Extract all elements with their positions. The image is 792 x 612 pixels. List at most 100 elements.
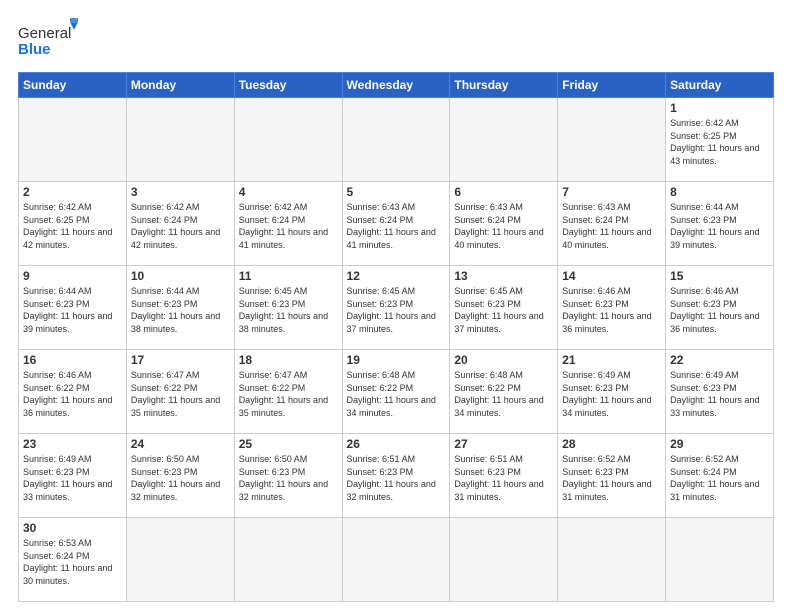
calendar-cell: 16 Sunrise: 6:46 AM Sunset: 6:22 PM Dayli…: [19, 350, 127, 434]
calendar-cell: [342, 98, 450, 182]
calendar-cell: 2Sunrise: 6:42 AM Sunset: 6:25 PM Daylig…: [19, 182, 127, 266]
weekday-header: Wednesday: [342, 73, 450, 98]
day-info: Sunrise: 6:53 AM Sunset: 6:24 PM Dayligh…: [23, 537, 122, 587]
day-number: 20: [454, 353, 553, 367]
weekday-header: Saturday: [666, 73, 774, 98]
svg-text:General: General: [18, 25, 71, 42]
calendar-cell: [558, 98, 666, 182]
day-info: Sunrise: 6:43 AM Sunset: 6:24 PM Dayligh…: [562, 201, 661, 251]
logo: General Blue: [18, 18, 78, 62]
calendar-cell: 17 Sunrise: 6:47 AM Sunset: 6:22 PM Dayli…: [126, 350, 234, 434]
day-info: Sunrise: 6:42 AM Sunset: 6:25 PM Dayligh…: [670, 117, 769, 167]
day-info: Sunrise: 6:45 AM Sunset: 6:23 PM Dayligh…: [239, 285, 338, 335]
calendar-cell: 23Sunrise: 6:49 AM Sunset: 6:23 PM Dayli…: [19, 434, 127, 518]
day-number: 21: [562, 353, 661, 367]
calendar-cell: 7 Sunrise: 6:43 AM Sunset: 6:24 PM Daylig…: [558, 182, 666, 266]
calendar-cell: [19, 98, 127, 182]
day-number: 25: [239, 437, 338, 451]
calendar-cell: 14Sunrise: 6:46 AM Sunset: 6:23 PM Dayli…: [558, 266, 666, 350]
calendar-cell: 4Sunrise: 6:42 AM Sunset: 6:24 PM Daylig…: [234, 182, 342, 266]
calendar-cell: [666, 518, 774, 602]
day-number: 29: [670, 437, 769, 451]
day-number: 27: [454, 437, 553, 451]
day-info: Sunrise: 6:51 AM Sunset: 6:23 PM Dayligh…: [347, 453, 446, 503]
weekday-header: Sunday: [19, 73, 127, 98]
weekday-header: Thursday: [450, 73, 558, 98]
day-info: Sunrise: 6:43 AM Sunset: 6:24 PM Dayligh…: [347, 201, 446, 251]
day-info: Sunrise: 6:46 AM Sunset: 6:22 PM Dayligh…: [23, 369, 122, 419]
day-number: 13: [454, 269, 553, 283]
day-number: 22: [670, 353, 769, 367]
day-number: 18: [239, 353, 338, 367]
calendar-cell: 25 Sunrise: 6:50 AM Sunset: 6:23 PM Dayli…: [234, 434, 342, 518]
day-number: 26: [347, 437, 446, 451]
day-info: Sunrise: 6:48 AM Sunset: 6:22 PM Dayligh…: [454, 369, 553, 419]
day-number: 12: [347, 269, 446, 283]
day-info: Sunrise: 6:49 AM Sunset: 6:23 PM Dayligh…: [670, 369, 769, 419]
day-info: Sunrise: 6:52 AM Sunset: 6:23 PM Dayligh…: [562, 453, 661, 503]
calendar-cell: 8Sunrise: 6:44 AM Sunset: 6:23 PM Daylig…: [666, 182, 774, 266]
weekday-header: Friday: [558, 73, 666, 98]
calendar-cell: 11 Sunrise: 6:45 AM Sunset: 6:23 PM Dayli…: [234, 266, 342, 350]
calendar-cell: 1 Sunrise: 6:42 AM Sunset: 6:25 PM Daylig…: [666, 98, 774, 182]
day-info: Sunrise: 6:50 AM Sunset: 6:23 PM Dayligh…: [239, 453, 338, 503]
day-info: Sunrise: 6:44 AM Sunset: 6:23 PM Dayligh…: [670, 201, 769, 251]
calendar-cell: [558, 518, 666, 602]
calendar-cell: [234, 518, 342, 602]
calendar-cell: [234, 98, 342, 182]
calendar-cell: [126, 98, 234, 182]
logo-svg: General Blue: [18, 18, 78, 62]
day-number: 7: [562, 185, 661, 199]
day-number: 15: [670, 269, 769, 283]
day-info: Sunrise: 6:47 AM Sunset: 6:22 PM Dayligh…: [239, 369, 338, 419]
svg-text:Blue: Blue: [18, 41, 51, 58]
day-number: 5: [347, 185, 446, 199]
calendar-cell: 30Sunrise: 6:53 AM Sunset: 6:24 PM Dayli…: [19, 518, 127, 602]
weekday-header: Monday: [126, 73, 234, 98]
calendar-cell: [126, 518, 234, 602]
day-number: 16: [23, 353, 122, 367]
day-number: 11: [239, 269, 338, 283]
calendar-cell: 9 Sunrise: 6:44 AM Sunset: 6:23 PM Daylig…: [19, 266, 127, 350]
calendar-cell: 26 Sunrise: 6:51 AM Sunset: 6:23 PM Dayli…: [342, 434, 450, 518]
day-info: Sunrise: 6:42 AM Sunset: 6:24 PM Dayligh…: [131, 201, 230, 251]
day-info: Sunrise: 6:49 AM Sunset: 6:23 PM Dayligh…: [23, 453, 122, 503]
day-number: 4: [239, 185, 338, 199]
day-info: Sunrise: 6:49 AM Sunset: 6:23 PM Dayligh…: [562, 369, 661, 419]
calendar-cell: [450, 518, 558, 602]
calendar-cell: 21 Sunrise: 6:49 AM Sunset: 6:23 PM Dayli…: [558, 350, 666, 434]
calendar-cell: [450, 98, 558, 182]
calendar-cell: 3 Sunrise: 6:42 AM Sunset: 6:24 PM Daylig…: [126, 182, 234, 266]
day-info: Sunrise: 6:52 AM Sunset: 6:24 PM Dayligh…: [670, 453, 769, 503]
calendar-cell: 18 Sunrise: 6:47 AM Sunset: 6:22 PM Dayli…: [234, 350, 342, 434]
day-number: 17: [131, 353, 230, 367]
day-info: Sunrise: 6:45 AM Sunset: 6:23 PM Dayligh…: [454, 285, 553, 335]
header: General Blue: [18, 18, 774, 62]
day-number: 28: [562, 437, 661, 451]
calendar-cell: 27 Sunrise: 6:51 AM Sunset: 6:23 PM Dayli…: [450, 434, 558, 518]
day-number: 1: [670, 101, 769, 115]
day-number: 14: [562, 269, 661, 283]
page: General Blue SundayMondayTuesdayWednesda…: [0, 0, 792, 612]
calendar-cell: 5 Sunrise: 6:43 AM Sunset: 6:24 PM Daylig…: [342, 182, 450, 266]
day-number: 10: [131, 269, 230, 283]
calendar-cell: 20 Sunrise: 6:48 AM Sunset: 6:22 PM Dayli…: [450, 350, 558, 434]
day-number: 9: [23, 269, 122, 283]
day-number: 3: [131, 185, 230, 199]
day-info: Sunrise: 6:44 AM Sunset: 6:23 PM Dayligh…: [23, 285, 122, 335]
calendar-cell: 13 Sunrise: 6:45 AM Sunset: 6:23 PM Dayli…: [450, 266, 558, 350]
day-info: Sunrise: 6:50 AM Sunset: 6:23 PM Dayligh…: [131, 453, 230, 503]
day-info: Sunrise: 6:47 AM Sunset: 6:22 PM Dayligh…: [131, 369, 230, 419]
calendar-cell: 28 Sunrise: 6:52 AM Sunset: 6:23 PM Dayli…: [558, 434, 666, 518]
day-info: Sunrise: 6:42 AM Sunset: 6:25 PM Dayligh…: [23, 201, 122, 251]
weekday-header: Tuesday: [234, 73, 342, 98]
day-info: Sunrise: 6:44 AM Sunset: 6:23 PM Dayligh…: [131, 285, 230, 335]
calendar-table: SundayMondayTuesdayWednesdayThursdayFrid…: [18, 72, 774, 602]
day-number: 6: [454, 185, 553, 199]
calendar-cell: 19Sunrise: 6:48 AM Sunset: 6:22 PM Dayli…: [342, 350, 450, 434]
calendar-cell: [342, 518, 450, 602]
day-info: Sunrise: 6:51 AM Sunset: 6:23 PM Dayligh…: [454, 453, 553, 503]
calendar-cell: 6Sunrise: 6:43 AM Sunset: 6:24 PM Daylig…: [450, 182, 558, 266]
calendar-cell: 29 Sunrise: 6:52 AM Sunset: 6:24 PM Dayli…: [666, 434, 774, 518]
day-info: Sunrise: 6:46 AM Sunset: 6:23 PM Dayligh…: [670, 285, 769, 335]
